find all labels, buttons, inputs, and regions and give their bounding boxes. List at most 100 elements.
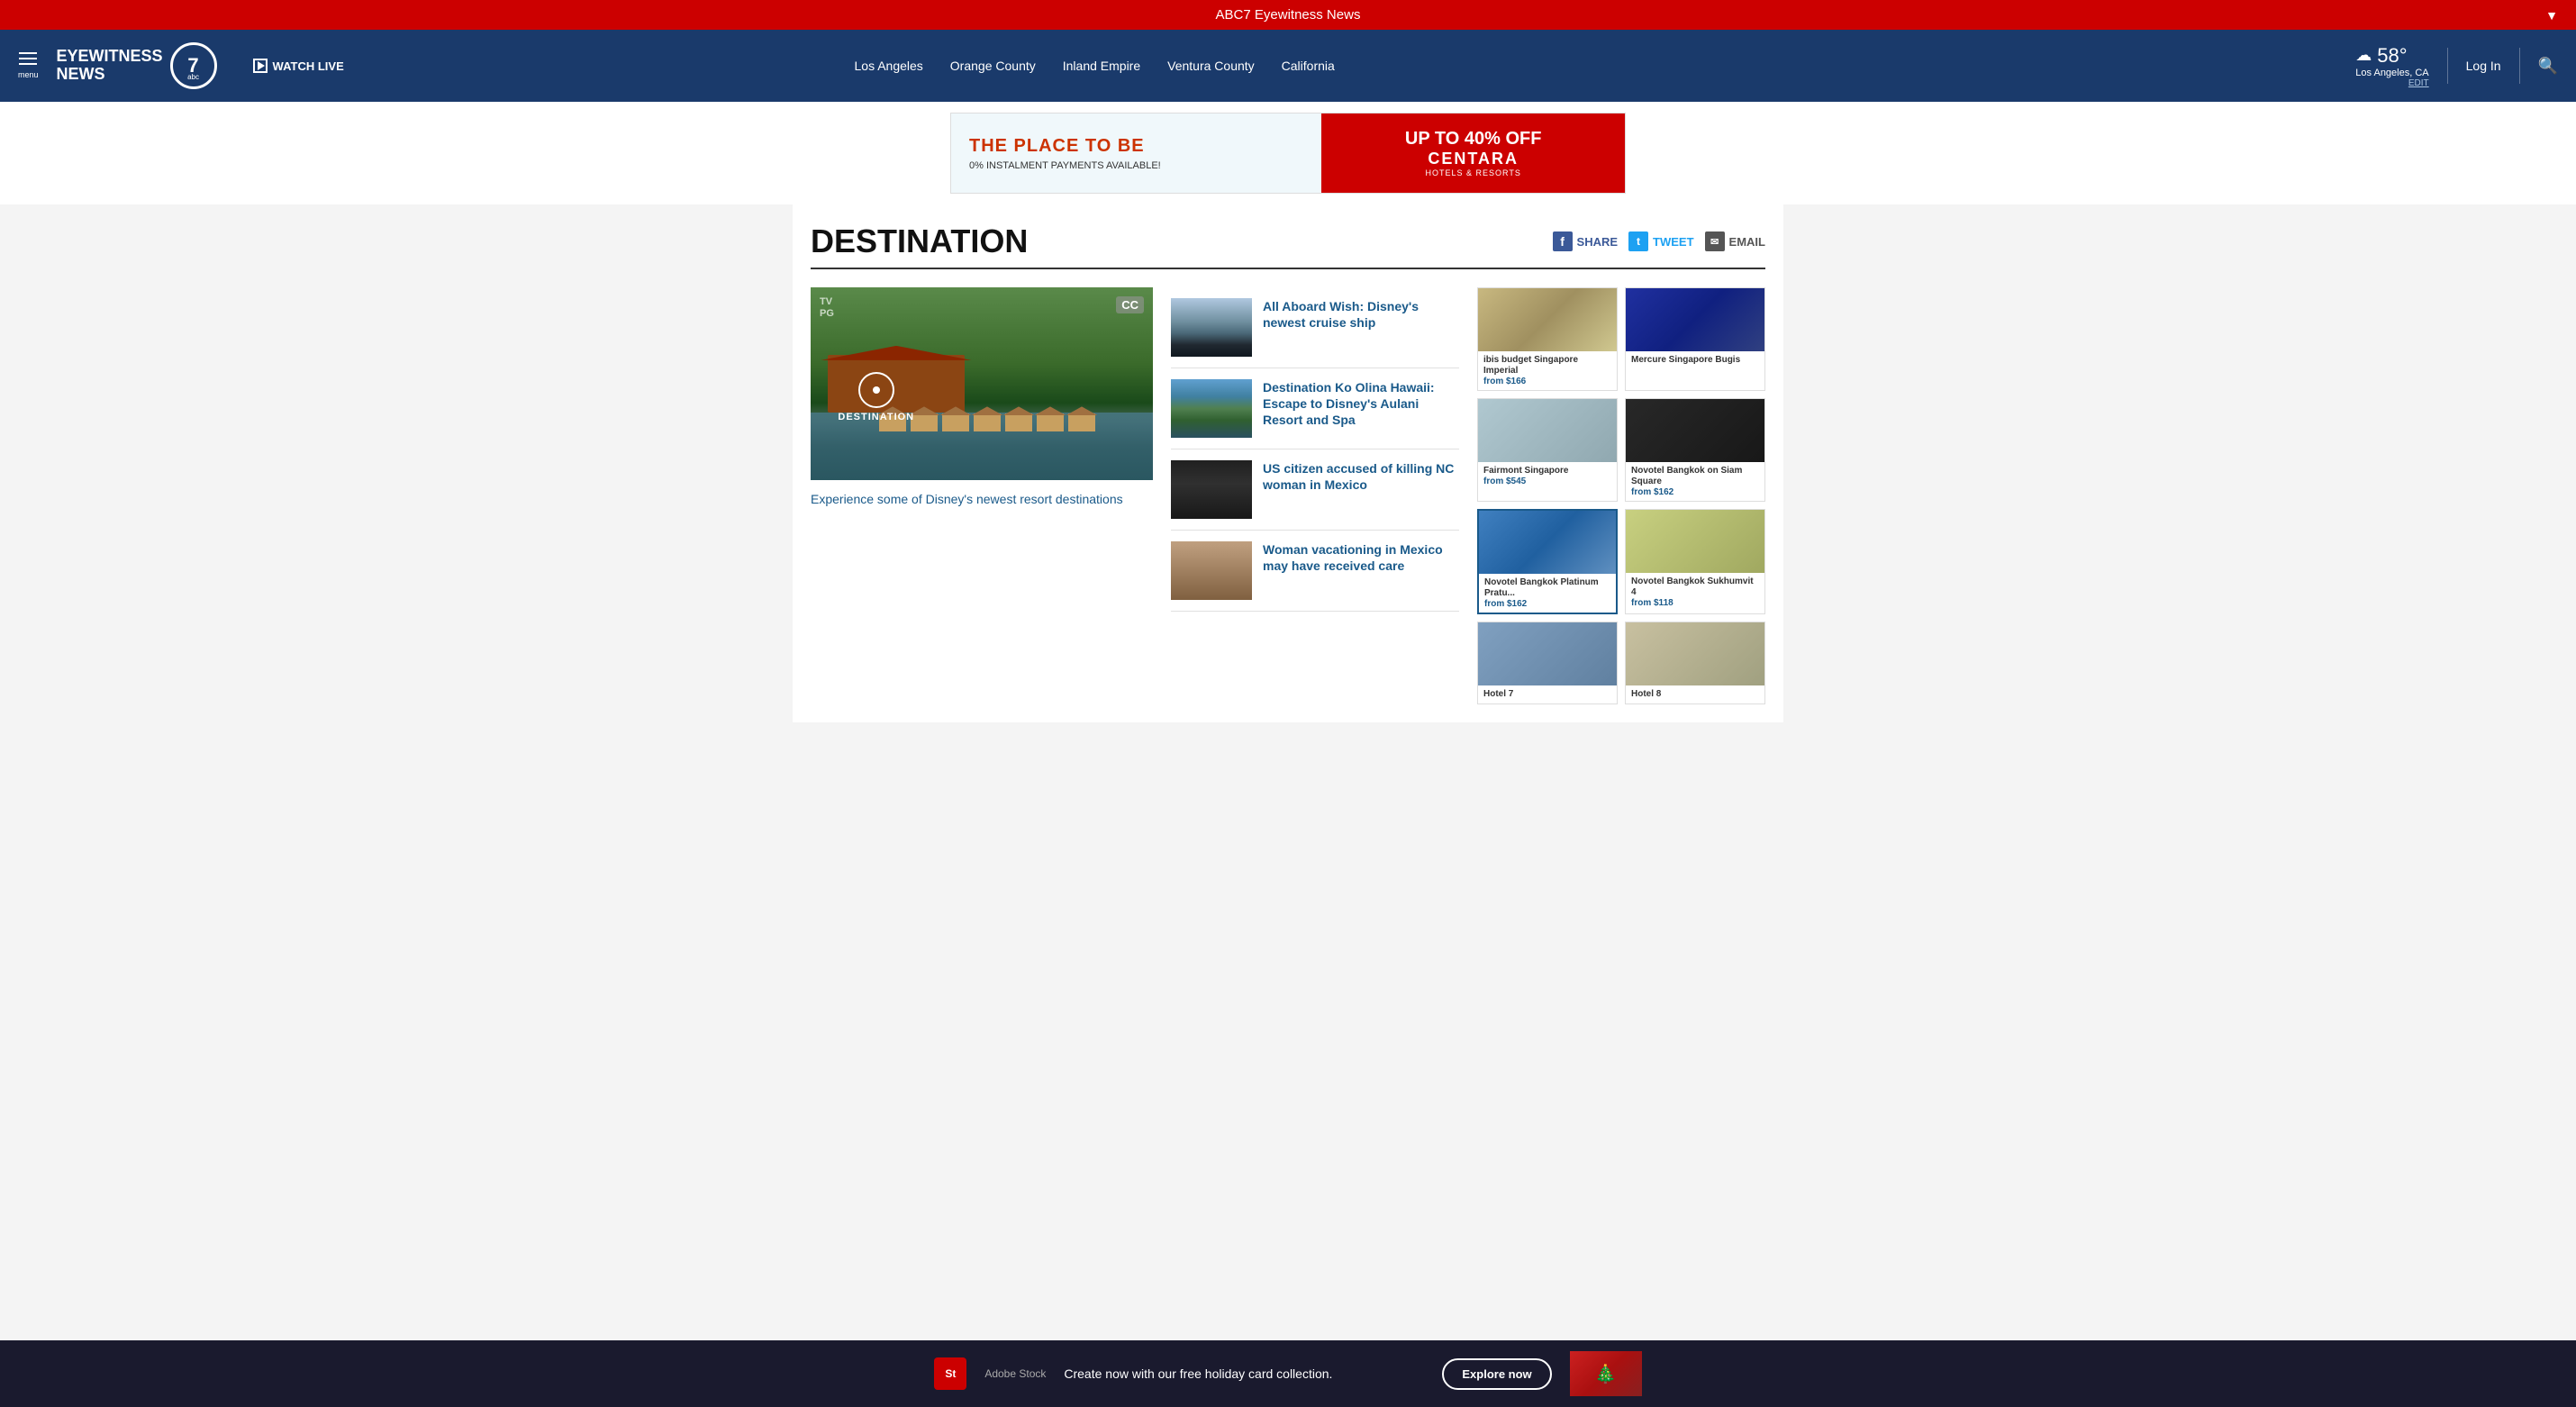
ad-brand-sub: HOTELS & RESORTS — [1426, 168, 1521, 177]
twitter-share-label: TWEET — [1653, 235, 1694, 249]
article-thumb-nc-mexico — [1171, 460, 1252, 519]
hut-5 — [1005, 413, 1032, 431]
hotel-info-hotel-7: Hotel 7 — [1478, 685, 1617, 704]
nav-link-los-angeles[interactable]: Los Angeles — [855, 59, 923, 73]
twitter-share-button[interactable]: t TWEET — [1628, 231, 1694, 251]
article-thumb-cruise — [1171, 298, 1252, 357]
play-triangle-icon — [258, 61, 265, 70]
hotel-image-novotel-bangkok-platinum — [1479, 511, 1616, 574]
hotel-info-novotel-bangkok-sukhumvit: Novotel Bangkok Sukhumvit 4 from $118 — [1626, 573, 1764, 612]
logo-link[interactable]: EYEWITNESS NEWS 7 abc — [57, 42, 217, 89]
weather-edit-button[interactable]: EDIT — [2355, 78, 2428, 88]
hotel-image-mercure-bugis — [1626, 288, 1764, 351]
side-articles: All Aboard Wish: Disney's newest cruise … — [1171, 287, 1459, 704]
social-share: f SHARE t TWEET ✉ EMAIL — [1553, 231, 1765, 251]
resort-roof — [821, 346, 971, 360]
logo-circle: 7 abc — [170, 42, 217, 89]
nav-link-orange-county[interactable]: Orange County — [950, 59, 1036, 73]
article-item-cruise[interactable]: All Aboard Wish: Disney's newest cruise … — [1171, 287, 1459, 368]
hut-2 — [911, 413, 938, 431]
adobe-stock-icon: St — [934, 1357, 966, 1390]
main-content: DESTINATION f SHARE t TWEET ✉ EMAIL — [793, 204, 1783, 722]
hotel-image-hotel-7 — [1478, 622, 1617, 685]
email-share-button[interactable]: ✉ EMAIL — [1705, 231, 1765, 251]
ad-cta-text: Create now with our free holiday card co… — [1064, 1366, 1424, 1381]
hotel-card-fairmont-singapore[interactable]: Fairmont Singapore from $545 — [1477, 398, 1618, 502]
hotel-price-ibis-singapore: from $166 — [1483, 377, 1611, 386]
video-caption: Experience some of Disney's newest resor… — [811, 491, 1153, 509]
email-share-label: EMAIL — [1729, 235, 1765, 249]
email-icon: ✉ — [1705, 231, 1725, 251]
article-text-cruise: All Aboard Wish: Disney's newest cruise … — [1263, 298, 1459, 357]
video-player[interactable]: TV PG CC DESTINATION — [811, 287, 1153, 480]
hotel-name-ibis-singapore: ibis budget Singapore Imperial — [1483, 355, 1611, 377]
article-text-mexico-care: Woman vacationing in Mexico may have rec… — [1263, 541, 1459, 600]
watch-live-label: WATCH LIVE — [273, 59, 344, 73]
weather-location: Los Angeles, CA — [2355, 68, 2428, 78]
logo-abc: abc — [187, 73, 199, 81]
navbar-right: ☁ 58° Los Angeles, CA EDIT Log In 🔍 — [2355, 44, 2558, 88]
nav-link-ventura-county[interactable]: Ventura County — [1167, 59, 1255, 73]
hotel-info-ibis-singapore: ibis budget Singapore Imperial from $166 — [1478, 351, 1617, 390]
weather-temp: ☁ 58° — [2355, 44, 2428, 68]
hotel-name-hotel-7: Hotel 7 — [1483, 689, 1611, 700]
ad-inner[interactable]: THE PLACE TO BE 0% INSTALMENT PAYMENTS A… — [950, 113, 1626, 194]
hotel-name-hotel-8: Hotel 8 — [1631, 689, 1759, 700]
article-item-hawaii[interactable]: Destination Ko Olina Hawaii: Escape to D… — [1171, 368, 1459, 449]
hut-6 — [1037, 413, 1064, 431]
article-title-mexico-care: Woman vacationing in Mexico may have rec… — [1263, 541, 1459, 574]
adobe-stock-brand: Adobe Stock — [984, 1367, 1046, 1380]
hotel-price-novotel-bangkok-siam: from $162 — [1631, 487, 1759, 497]
navbar-divider — [2447, 48, 2448, 84]
facebook-icon: f — [1553, 231, 1573, 251]
hotel-card-mercure-bugis[interactable]: Mercure Singapore Bugis — [1625, 287, 1765, 391]
facebook-share-button[interactable]: f SHARE — [1553, 231, 1619, 251]
hotel-image-novotel-bangkok-siam — [1626, 399, 1764, 462]
weather-widget: ☁ 58° Los Angeles, CA EDIT — [2355, 44, 2428, 88]
nav-link-california[interactable]: California — [1282, 59, 1335, 73]
login-button[interactable]: Log In — [2466, 59, 2501, 73]
hotel-image-hotel-8 — [1626, 622, 1764, 685]
hotel-name-novotel-bangkok-platinum: Novotel Bangkok Platinum Pratu... — [1484, 577, 1610, 599]
article-thumb-mexico-care — [1171, 541, 1252, 600]
hotel-card-hotel-8[interactable]: Hotel 8 — [1625, 622, 1765, 704]
hut-3 — [942, 413, 969, 431]
nav-link-inland-empire[interactable]: Inland Empire — [1063, 59, 1140, 73]
top-bar-arrow-icon: ▼ — [2545, 8, 2558, 23]
hotel-card-novotel-bangkok-sukhumvit[interactable]: Novotel Bangkok Sukhumvit 4 from $118 — [1625, 509, 1765, 614]
article-item-mexico-care[interactable]: Woman vacationing in Mexico may have rec… — [1171, 531, 1459, 612]
article-thumb-hawaii — [1171, 379, 1252, 438]
hotel-card-novotel-bangkok-platinum[interactable]: Novotel Bangkok Platinum Pratu... from $… — [1477, 509, 1618, 614]
hotel-image-novotel-bangkok-sukhumvit — [1626, 510, 1764, 573]
ad-discount: UP TO 40% OFF — [1405, 129, 1542, 150]
hotel-image-ibis-singapore — [1478, 288, 1617, 351]
watch-live-button[interactable]: WATCH LIVE — [253, 59, 344, 73]
hotel-card-hotel-7[interactable]: Hotel 7 — [1477, 622, 1618, 704]
pin-dot-icon — [873, 386, 880, 394]
navbar-left: menu EYEWITNESS NEWS 7 abc WATCH LIVE — [18, 42, 344, 89]
article-text-hawaii: Destination Ko Olina Hawaii: Escape to D… — [1263, 379, 1459, 438]
top-bar: ABC7 Eyewitness News ▼ — [0, 0, 2576, 30]
bottom-ad-banner: St Adobe Stock Create now with our free … — [0, 1340, 2576, 1407]
hut-4 — [974, 413, 1001, 431]
twitter-icon: t — [1628, 231, 1648, 251]
ad-brand: CENTARA — [1428, 150, 1519, 168]
article-item-nc-mexico[interactable]: US citizen accused of killing NC woman i… — [1171, 449, 1459, 531]
hut-7 — [1068, 413, 1095, 431]
tv-rating: TV PG — [820, 296, 834, 320]
search-icon[interactable]: 🔍 — [2538, 57, 2558, 76]
top-bar-label: ABC7 Eyewitness News — [1216, 7, 1361, 23]
article-title-nc-mexico: US citizen accused of killing NC woman i… — [1263, 460, 1459, 493]
hotel-name-novotel-bangkok-siam: Novotel Bangkok on Siam Square — [1631, 466, 1759, 487]
navbar-divider-2 — [2519, 48, 2520, 84]
menu-button[interactable]: menu — [18, 52, 39, 79]
hotel-card-novotel-bangkok-siam[interactable]: Novotel Bangkok on Siam Square from $162 — [1625, 398, 1765, 502]
hotel-name-fairmont-singapore: Fairmont Singapore — [1483, 466, 1611, 477]
hotel-price-novotel-bangkok-platinum: from $162 — [1484, 599, 1610, 609]
article-title-hawaii: Destination Ko Olina Hawaii: Escape to D… — [1263, 379, 1459, 429]
ad-subtitle: 0% INSTALMENT PAYMENTS AVAILABLE! — [969, 160, 1303, 171]
explore-now-button[interactable]: Explore now — [1442, 1358, 1551, 1390]
cc-badge: CC — [1116, 296, 1144, 313]
hotel-card-ibis-singapore[interactable]: ibis budget Singapore Imperial from $166 — [1477, 287, 1618, 391]
hotel-ads: ibis budget Singapore Imperial from $166… — [1477, 287, 1765, 704]
